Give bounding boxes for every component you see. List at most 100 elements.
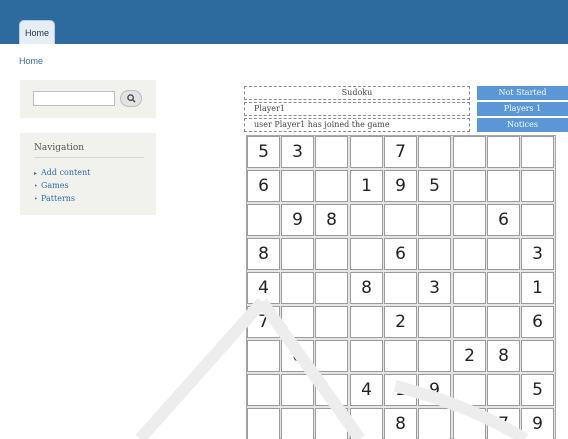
sudoku-cell[interactable]: 3 xyxy=(418,272,451,304)
nav-item-label: Patterns xyxy=(41,194,76,203)
status-button[interactable]: Not Started xyxy=(477,86,568,100)
sudoku-cell[interactable]: 4 xyxy=(247,272,280,304)
sudoku-cell[interactable]: 8 xyxy=(315,204,348,236)
sudoku-cell[interactable] xyxy=(281,306,314,338)
sudoku-cell[interactable]: 6 xyxy=(247,170,280,202)
players-button[interactable]: Players 1 xyxy=(477,102,568,116)
sudoku-cell[interactable] xyxy=(487,272,520,304)
sudoku-cell[interactable] xyxy=(281,238,314,270)
sudoku-cell[interactable] xyxy=(384,272,417,304)
nav-item-games[interactable]: • Games xyxy=(34,181,69,190)
search-input[interactable] xyxy=(33,91,115,106)
search-block xyxy=(20,80,156,118)
sudoku-cell[interactable] xyxy=(487,374,520,406)
sudoku-cell[interactable] xyxy=(281,374,314,406)
sudoku-cell[interactable]: 1 xyxy=(350,170,383,202)
sudoku-cell[interactable] xyxy=(315,136,348,168)
sudoku-cell[interactable] xyxy=(315,408,348,439)
sudoku-cell[interactable] xyxy=(350,136,383,168)
sudoku-cell[interactable] xyxy=(315,170,348,202)
arrow-bullet-icon: ▸ xyxy=(34,170,38,177)
sudoku-cell[interactable] xyxy=(281,272,314,304)
sudoku-cell[interactable] xyxy=(521,136,554,168)
sudoku-cell[interactable]: 5 xyxy=(418,170,451,202)
bullet-icon: • xyxy=(34,183,38,190)
breadcrumb-home[interactable]: Home xyxy=(19,56,43,66)
sudoku-cell[interactable]: 2 xyxy=(453,340,486,372)
sudoku-cell[interactable] xyxy=(487,238,520,270)
sudoku-cell[interactable]: 7 xyxy=(247,306,280,338)
sudoku-cell[interactable] xyxy=(350,306,383,338)
sudoku-cell[interactable] xyxy=(521,204,554,236)
sudoku-cell[interactable]: 9 xyxy=(521,408,554,439)
sudoku-cell[interactable] xyxy=(247,374,280,406)
sudoku-cell[interactable]: 2 xyxy=(384,306,417,338)
search-icon xyxy=(126,94,136,103)
sudoku-cell[interactable]: 6 xyxy=(521,306,554,338)
sudoku-cell[interactable] xyxy=(418,340,451,372)
sudoku-cell[interactable] xyxy=(418,408,451,439)
game-title-field: Sudoku xyxy=(244,86,470,100)
sudoku-cell[interactable] xyxy=(315,272,348,304)
sudoku-cell[interactable] xyxy=(453,272,486,304)
sudoku-cell[interactable] xyxy=(487,170,520,202)
sudoku-cell[interactable] xyxy=(247,340,280,372)
sudoku-cell[interactable] xyxy=(315,374,348,406)
sudoku-cell[interactable] xyxy=(487,306,520,338)
sudoku-cell[interactable] xyxy=(487,136,520,168)
sudoku-cell[interactable]: 7 xyxy=(487,408,520,439)
sudoku-cell[interactable]: 8 xyxy=(247,238,280,270)
search-button[interactable] xyxy=(120,90,142,107)
sudoku-cell[interactable] xyxy=(418,136,451,168)
tab-home[interactable]: Home xyxy=(19,20,55,44)
sudoku-cell[interactable] xyxy=(418,238,451,270)
sudoku-cell[interactable]: 8 xyxy=(350,272,383,304)
sudoku-cell[interactable] xyxy=(521,340,554,372)
sudoku-cell[interactable]: 6 xyxy=(384,238,417,270)
sudoku-cell[interactable] xyxy=(350,204,383,236)
sudoku-cell[interactable] xyxy=(418,306,451,338)
sudoku-cell[interactable] xyxy=(521,170,554,202)
sudoku-cell[interactable]: 5 xyxy=(247,136,280,168)
sudoku-cell[interactable]: 9 xyxy=(418,374,451,406)
sudoku-cell[interactable] xyxy=(453,136,486,168)
sudoku-cell[interactable] xyxy=(453,204,486,236)
sudoku-cell[interactable]: 1 xyxy=(521,272,554,304)
sudoku-cell[interactable] xyxy=(281,170,314,202)
sudoku-cell[interactable]: 3 xyxy=(521,238,554,270)
nav-item-patterns[interactable]: • Patterns xyxy=(34,194,75,203)
sudoku-cell[interactable] xyxy=(247,408,280,439)
sudoku-cell[interactable] xyxy=(453,170,486,202)
player-field: Player1 xyxy=(244,102,470,116)
sudoku-cell[interactable]: 6 xyxy=(487,204,520,236)
sudoku-cell[interactable] xyxy=(384,340,417,372)
sudoku-cell[interactable] xyxy=(384,204,417,236)
sudoku-cell[interactable]: 7 xyxy=(384,136,417,168)
sudoku-cell[interactable] xyxy=(281,408,314,439)
sudoku-cell[interactable] xyxy=(453,306,486,338)
notices-button[interactable]: Notices xyxy=(477,118,568,132)
top-bar xyxy=(0,0,568,44)
sudoku-cell[interactable]: 4 xyxy=(350,374,383,406)
sudoku-cell[interactable]: 9 xyxy=(384,170,417,202)
sudoku-cell[interactable] xyxy=(350,340,383,372)
sudoku-board: 537619598686348317266284195879 xyxy=(246,135,556,439)
sudoku-cell[interactable] xyxy=(453,238,486,270)
sudoku-cell[interactable]: 8 xyxy=(487,340,520,372)
sudoku-cell[interactable]: 5 xyxy=(521,374,554,406)
sudoku-cell[interactable] xyxy=(453,374,486,406)
nav-item-add-content[interactable]: ▸ Add content xyxy=(34,168,90,177)
sudoku-cell[interactable] xyxy=(418,204,451,236)
sudoku-cell[interactable]: 8 xyxy=(384,408,417,439)
sudoku-cell[interactable] xyxy=(350,408,383,439)
sudoku-cell[interactable] xyxy=(315,340,348,372)
sudoku-cell[interactable] xyxy=(453,408,486,439)
sudoku-cell[interactable] xyxy=(247,204,280,236)
sudoku-cell[interactable]: 9 xyxy=(281,204,314,236)
sudoku-cell[interactable]: 3 xyxy=(281,136,314,168)
sudoku-cell[interactable]: 6 xyxy=(281,340,314,372)
sudoku-cell[interactable] xyxy=(315,238,348,270)
sudoku-cell[interactable]: 1 xyxy=(384,374,417,406)
sudoku-cell[interactable] xyxy=(350,238,383,270)
sudoku-cell[interactable] xyxy=(315,306,348,338)
